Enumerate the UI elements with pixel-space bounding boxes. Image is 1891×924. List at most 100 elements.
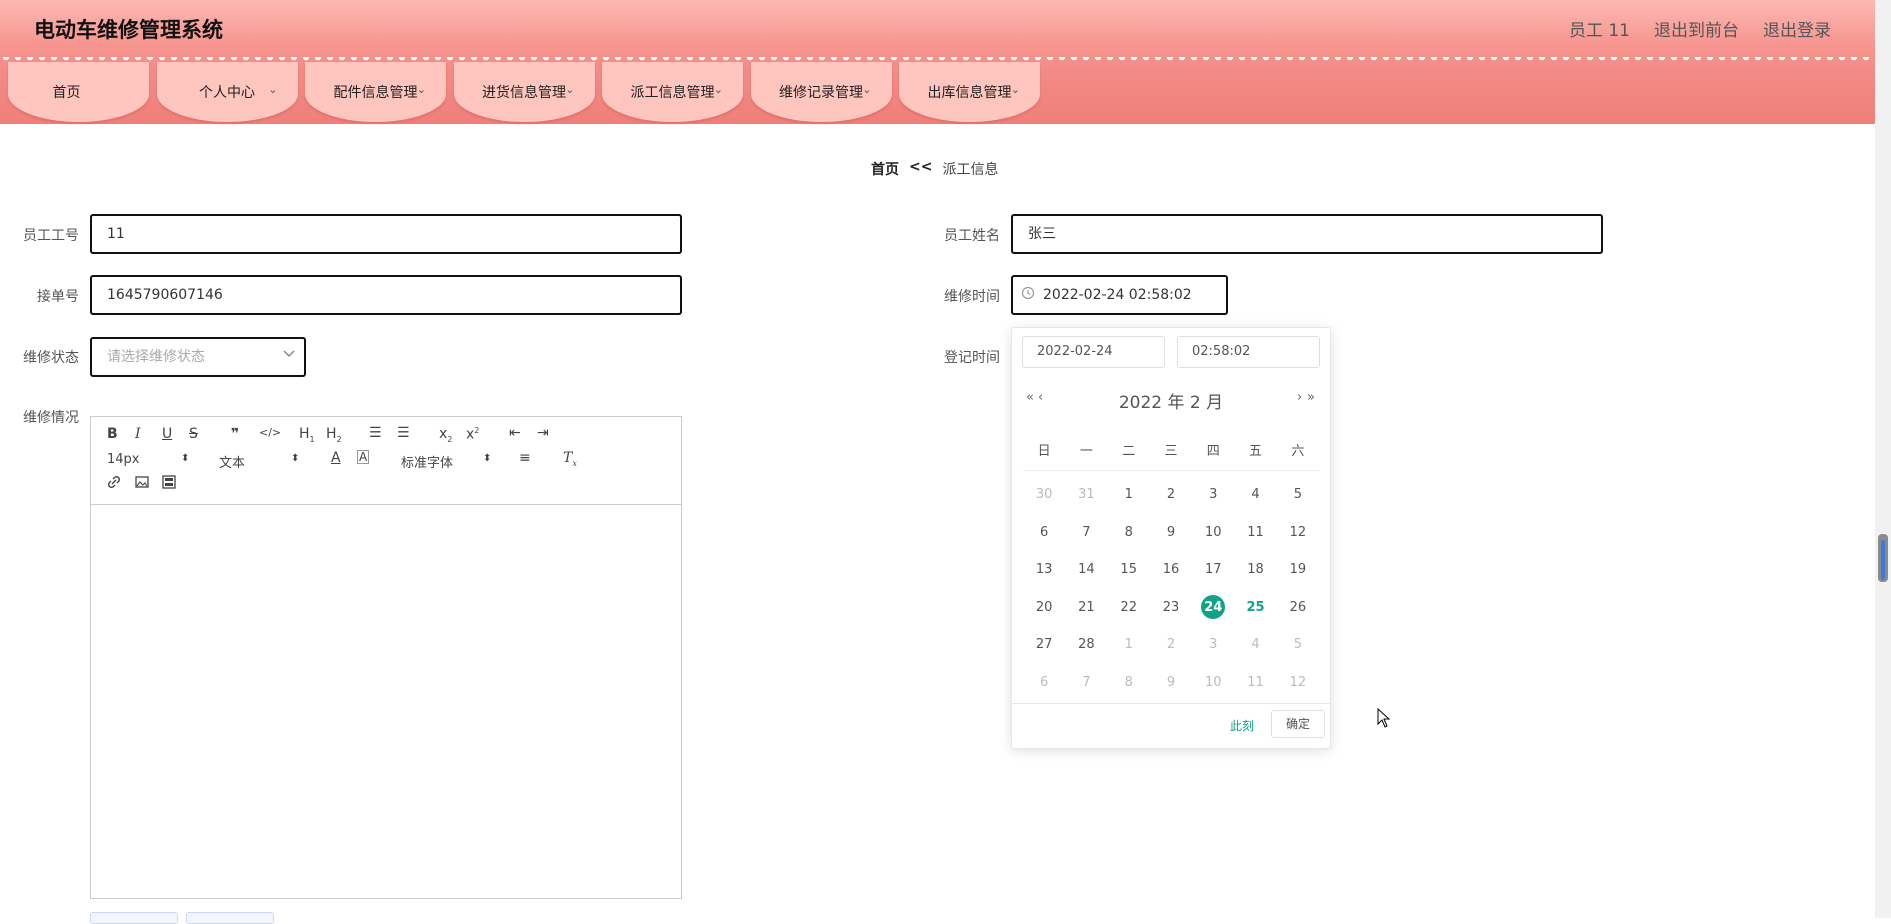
chevron-down-icon: ⌄ — [713, 83, 723, 96]
day-cell[interactable]: 22 — [1108, 589, 1150, 627]
day-cell[interactable]: 5 — [1277, 476, 1319, 514]
day-cell[interactable]: 15 — [1108, 551, 1150, 589]
day-cell[interactable]: 19 — [1277, 551, 1319, 589]
confirm-button[interactable]: 确定 — [1271, 710, 1325, 738]
next-month-icon[interactable]: › — [1297, 390, 1302, 405]
day-cell[interactable]: 2 — [1150, 626, 1192, 664]
picker-date-input[interactable]: 2022-02-24 — [1022, 336, 1165, 368]
italic-icon[interactable]: I — [135, 426, 141, 442]
day-cell-today[interactable]: 25 — [1234, 589, 1276, 627]
day-cell[interactable]: 7 — [1065, 664, 1107, 702]
day-cell[interactable]: 3 — [1192, 626, 1234, 664]
font-color-icon[interactable]: A — [331, 450, 341, 466]
day-cell[interactable]: 2 — [1150, 476, 1192, 514]
page-scrollbar[interactable] — [1875, 0, 1891, 918]
image-icon[interactable] — [135, 475, 149, 493]
day-cell[interactable]: 16 — [1150, 551, 1192, 589]
text-format-select[interactable]: 文本 — [219, 452, 245, 471]
strikethrough-icon[interactable]: S — [189, 426, 198, 442]
day-cell[interactable]: 17 — [1192, 551, 1234, 589]
font-size-select[interactable]: 14px — [107, 452, 140, 467]
day-cell-selected[interactable]: 24 — [1192, 589, 1234, 627]
day-cell[interactable]: 21 — [1065, 589, 1107, 627]
day-cell[interactable]: 8 — [1108, 664, 1150, 702]
order-no-input[interactable]: 1645790607146 — [90, 275, 682, 315]
next-year-icon[interactable]: » — [1307, 390, 1315, 405]
bullet-list-icon[interactable]: ☰ — [397, 425, 410, 441]
nav-item[interactable]: 维修记录管理 ⌄ — [750, 62, 892, 122]
day-cell[interactable]: 30 — [1023, 476, 1065, 514]
day-cell[interactable]: 12 — [1277, 514, 1319, 552]
nav-item[interactable]: 首页 — [8, 62, 149, 122]
nav-item[interactable]: 配件信息管理 ⌄ — [305, 62, 446, 122]
align-icon[interactable]: ≡ — [519, 450, 531, 466]
day-cell[interactable]: 6 — [1023, 664, 1065, 702]
employee-id-input[interactable]: 11 — [90, 214, 682, 254]
day-number: 16 — [1162, 562, 1180, 578]
repair-time-input[interactable]: 2022-02-24 02:58:02 — [1011, 275, 1228, 315]
day-cell[interactable]: 13 — [1023, 551, 1065, 589]
editor-content-area[interactable] — [91, 505, 681, 898]
weekday-label: 二 — [1122, 444, 1136, 459]
day-cell[interactable]: 4 — [1234, 626, 1276, 664]
nav-item[interactable]: 出库信息管理 ⌄ — [899, 62, 1040, 122]
blockquote-icon[interactable]: ❞ — [231, 426, 239, 442]
day-cell[interactable]: 11 — [1234, 664, 1276, 702]
day-cell[interactable]: 9 — [1150, 514, 1192, 552]
clear-format-icon[interactable]: Tx — [563, 450, 577, 468]
day-cell[interactable]: 18 — [1234, 551, 1276, 589]
code-icon[interactable]: </> — [259, 426, 281, 439]
background-color-icon[interactable]: A — [357, 450, 370, 464]
picker-time-input[interactable]: 02:58:02 — [1177, 336, 1320, 368]
day-cell[interactable]: 5 — [1277, 626, 1319, 664]
status-select[interactable]: 请选择维修状态 — [90, 337, 306, 377]
employee-name-input[interactable]: 张三 — [1011, 214, 1603, 254]
day-cell[interactable]: 10 — [1192, 664, 1234, 702]
day-cell[interactable]: 10 — [1192, 514, 1234, 552]
link-icon[interactable] — [107, 475, 121, 493]
day-number: 10 — [1205, 524, 1222, 540]
font-family-select[interactable]: 标准字体 — [401, 452, 453, 471]
day-cell[interactable]: 27 — [1023, 626, 1065, 664]
submit-button[interactable] — [90, 912, 178, 924]
bold-icon[interactable]: B — [107, 426, 118, 442]
nav-item[interactable]: 派工信息管理 ⌄ — [602, 62, 743, 122]
day-cell[interactable]: 7 — [1065, 514, 1107, 552]
day-cell[interactable]: 23 — [1150, 589, 1192, 627]
day-cell[interactable]: 4 — [1234, 476, 1276, 514]
day-cell[interactable]: 12 — [1277, 664, 1319, 702]
front-link[interactable]: 退出到前台 — [1654, 16, 1739, 41]
cancel-button[interactable] — [186, 912, 274, 924]
now-button[interactable]: 此刻 — [1230, 717, 1254, 734]
video-icon[interactable] — [162, 475, 176, 493]
day-cell[interactable]: 1 — [1108, 626, 1150, 664]
logout-link[interactable]: 退出登录 — [1763, 16, 1831, 41]
day-cell[interactable]: 26 — [1277, 589, 1319, 627]
user-label[interactable]: 员工 11 — [1569, 16, 1630, 41]
breadcrumb-current: 派工信息 — [942, 162, 999, 178]
day-number: 17 — [1205, 562, 1222, 578]
nav-item[interactable]: 进货信息管理 ⌄ — [453, 62, 595, 122]
underline-icon[interactable]: U — [162, 426, 172, 442]
day-cell[interactable]: 8 — [1108, 514, 1150, 552]
indent-icon[interactable]: ⇥ — [537, 425, 549, 441]
superscript-icon[interactable]: x2 — [466, 426, 479, 443]
day-cell[interactable]: 1 — [1108, 476, 1150, 514]
day-cell[interactable]: 14 — [1065, 551, 1107, 589]
day-cell[interactable]: 28 — [1065, 626, 1107, 664]
day-number: 13 — [1035, 562, 1053, 578]
day-number: 20 — [1035, 599, 1053, 615]
nav-item[interactable]: 个人中心 ⌄ — [156, 62, 298, 122]
outdent-icon[interactable]: ⇤ — [509, 425, 521, 441]
day-cell[interactable]: 3 — [1192, 476, 1234, 514]
subscript-icon[interactable]: x2 — [439, 426, 452, 444]
breadcrumb-home[interactable]: 首页 — [871, 159, 899, 179]
day-cell[interactable]: 9 — [1150, 664, 1192, 702]
day-cell[interactable]: 20 — [1023, 589, 1065, 627]
ordered-list-icon[interactable]: ☰ — [369, 425, 382, 441]
day-cell[interactable]: 6 — [1023, 514, 1065, 552]
day-cell[interactable]: 31 — [1065, 476, 1107, 514]
heading1-icon[interactable]: H1 — [299, 426, 315, 444]
day-cell[interactable]: 11 — [1234, 514, 1276, 552]
heading2-icon[interactable]: H2 — [326, 426, 342, 444]
